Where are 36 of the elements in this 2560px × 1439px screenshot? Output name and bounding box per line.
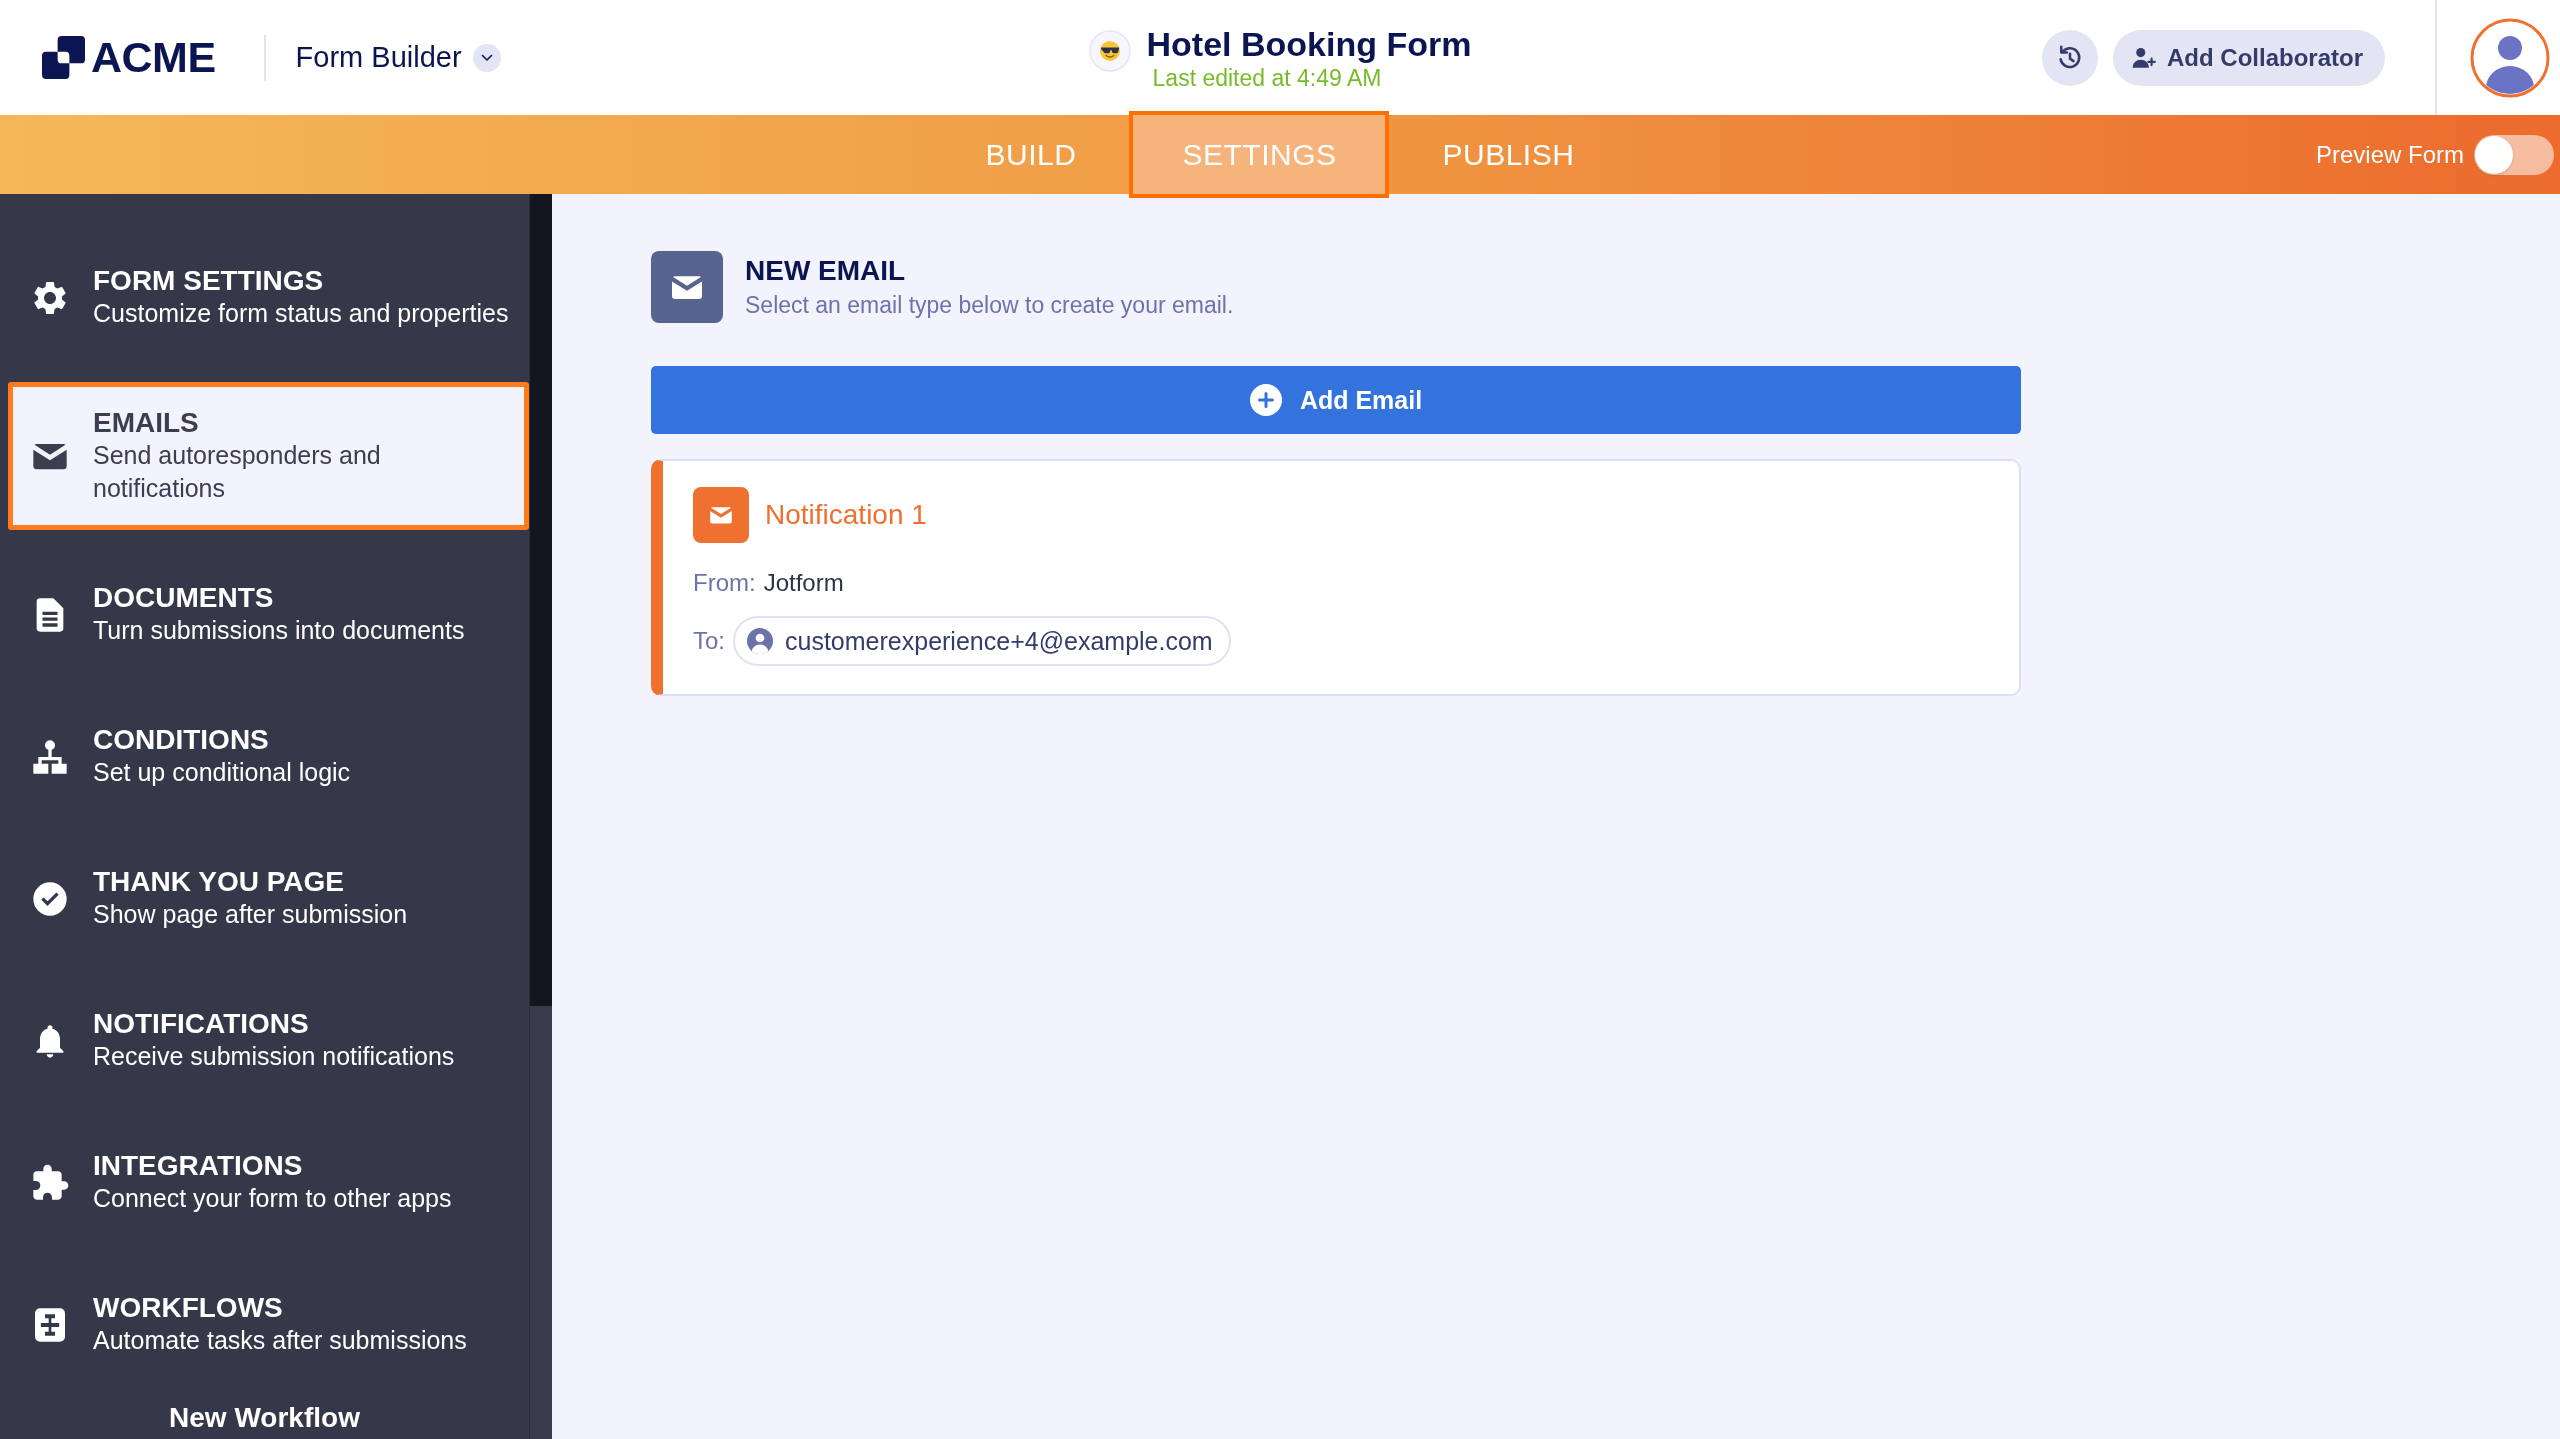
add-collaborator-button[interactable]: Add Collaborator — [2113, 29, 2385, 86]
sidebar-item[interactable]: WORKFLOWS Automate tasks after submissions — [8, 1267, 529, 1382]
app-menu-button[interactable] — [472, 43, 501, 72]
from-value: Jotform — [763, 568, 844, 598]
email-name: Notification 1 — [765, 499, 927, 531]
envelope-icon — [651, 251, 723, 323]
form-title[interactable]: Hotel Booking Form — [1146, 23, 1472, 64]
add-email-button[interactable]: Add Email — [651, 366, 2021, 434]
logo-text: ACME — [91, 36, 216, 79]
sidebar-item[interactable]: EMAILS Send autoresponders and notifications — [8, 382, 529, 530]
scrollbar-thumb[interactable] — [530, 194, 552, 1006]
chevron-down-icon — [480, 53, 493, 62]
preview-form-toggle[interactable] — [2474, 134, 2554, 175]
envelope-icon — [693, 487, 749, 543]
user-avatar-icon[interactable] — [2470, 17, 2550, 98]
person-circle-icon — [747, 628, 773, 654]
app-menu-title[interactable]: Form Builder — [295, 41, 462, 74]
new-workflow-button[interactable]: New Workflow — [169, 1402, 360, 1434]
sidebar-item[interactable]: DOCUMENTS Turn submissions into documents — [8, 557, 529, 672]
sidebar-item[interactable]: CONDITIONS Set up conditional logic — [8, 699, 529, 814]
logo-icon — [42, 36, 85, 79]
last-edited-text: Last edited at 4:49 AM — [1152, 63, 1383, 92]
puzzle-icon — [30, 1162, 70, 1203]
plus-circle-icon — [1249, 384, 1282, 416]
sidebar-item[interactable]: THANK YOU PAGE Show page after submission — [8, 841, 529, 956]
from-label: From: — [693, 568, 756, 598]
to-label: To: — [693, 626, 725, 656]
sunglasses-face-icon — [1088, 29, 1131, 72]
section-title: NEW EMAIL — [745, 254, 907, 288]
recipient-email: customerexperience+4@example.com — [785, 626, 1213, 656]
email-card[interactable]: Notification 1 From: Jotform To: customerexperience+4@example.com — [651, 459, 2021, 696]
sidebar-item[interactable]: FORM SETTINGS Customize form status and properties — [8, 240, 529, 355]
section-subtitle: Select an email type below to create your email. — [745, 291, 1234, 320]
sidebar-item[interactable]: NOTIFICATIONS Receive submission notifications — [8, 983, 529, 1098]
sidebar-item[interactable]: INTEGRATIONS Connect your form to other apps — [8, 1125, 529, 1240]
preview-form-label: Preview Form — [2315, 140, 2464, 169]
